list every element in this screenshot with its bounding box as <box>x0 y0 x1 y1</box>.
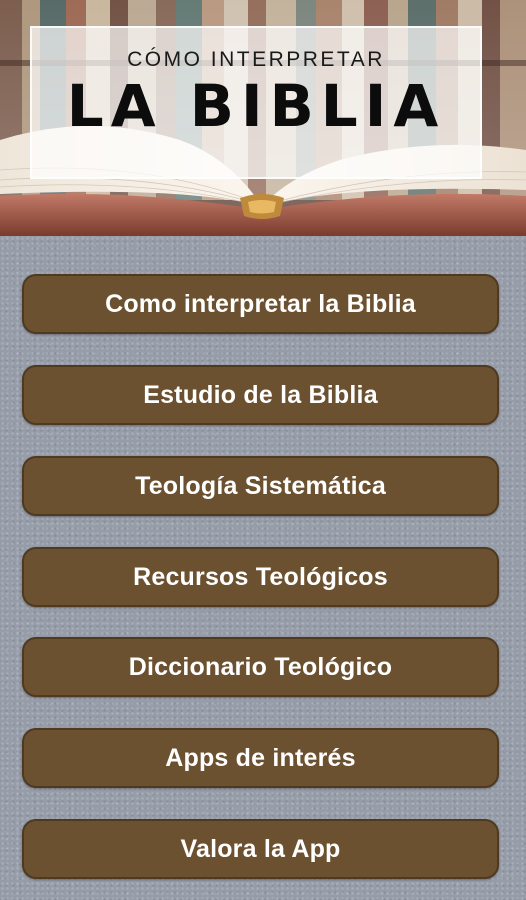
menu-button-recursos-teologicos[interactable]: Recursos Teológicos <box>22 547 499 607</box>
menu-button-diccionario-teologico[interactable]: Diccionario Teológico <box>22 637 499 697</box>
menu-button-label: Valora la App <box>180 834 341 863</box>
menu-button-label: Teología Sistemática <box>135 471 386 500</box>
menu-button-valora-app[interactable]: Valora la App <box>22 819 499 879</box>
menu-area: Como interpretar la Biblia Estudio de la… <box>0 236 526 900</box>
menu-button-teologia-sistematica[interactable]: Teología Sistemática <box>22 456 499 516</box>
menu-button-como-interpretar[interactable]: Como interpretar la Biblia <box>22 274 499 334</box>
app-title: LA BIBLIA <box>66 72 446 140</box>
menu-button-label: Diccionario Teológico <box>128 652 393 681</box>
menu-button-label: Recursos Teológicos <box>133 562 388 591</box>
title-box: CÓMO INTERPRETAR LA BIBLIA <box>30 26 482 179</box>
menu-button-apps-interes[interactable]: Apps de interés <box>22 728 499 788</box>
header-banner: CÓMO INTERPRETAR LA BIBLIA <box>0 0 526 236</box>
menu-button-estudio-biblia[interactable]: Estudio de la Biblia <box>22 365 499 425</box>
menu-button-label: Como interpretar la Biblia <box>105 289 416 318</box>
menu-button-label: Estudio de la Biblia <box>143 380 378 409</box>
app-subtitle: CÓMO INTERPRETAR <box>127 48 385 71</box>
menu-button-label: Apps de interés <box>165 743 356 772</box>
